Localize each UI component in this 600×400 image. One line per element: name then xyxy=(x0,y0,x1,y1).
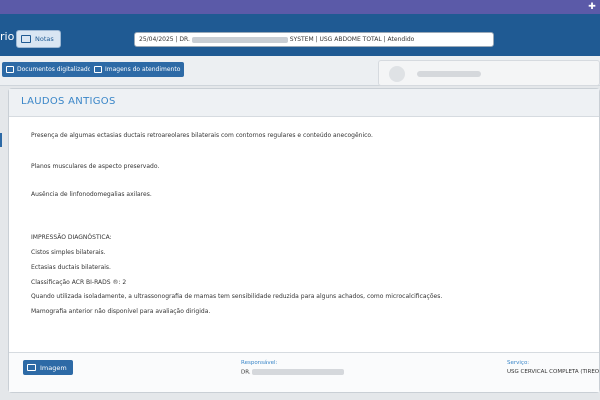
attendance-images-button[interactable]: Imagens do atendimento xyxy=(90,62,185,77)
report-line: Classificação ACR BI-RADS ®: 2 xyxy=(31,279,127,286)
service-value: USG CERVICAL COMPLETA (TIREO xyxy=(507,369,600,375)
toolbar: Documentos digitalizados Imagens do aten… xyxy=(0,56,600,86)
panel-title: LAUDOS ANTIGOS xyxy=(21,96,116,107)
header-left-text: rio xyxy=(0,30,15,43)
left-edge-marker xyxy=(0,133,2,147)
image-button[interactable]: Imagem xyxy=(23,360,73,375)
panel-footer: Imagem Responsável: DR. Serviço: USG CER… xyxy=(9,352,599,392)
puzzle-icon[interactable]: ✚ xyxy=(587,2,597,12)
panel-header: LAUDOS ANTIGOS xyxy=(9,89,599,117)
info-suffix: SYSTEM | USG ABDOME TOTAL | Atendido xyxy=(287,36,415,43)
redacted-patient-name xyxy=(417,71,481,77)
attendance-info-field[interactable]: 25/04/2025 | DR. SYSTEM | USG ABDOME TOT… xyxy=(134,32,494,47)
report-line: Presença de algumas ectasias ductais ret… xyxy=(31,132,373,139)
report-line: IMPRESSÃO DIAGNÓSTICA: xyxy=(31,234,112,241)
info-prefix: 25/04/2025 | DR. xyxy=(139,36,192,43)
report-line: Ectasias ductais bilaterais. xyxy=(31,264,111,271)
image-label: Imagem xyxy=(40,363,67,372)
responsible-value: DR. xyxy=(241,369,345,376)
attendance-label: Imagens do atendimento xyxy=(105,66,181,73)
chat-icon xyxy=(21,35,31,43)
notes-label: Notas xyxy=(35,35,54,43)
redacted-name xyxy=(191,36,288,43)
digitized-documents-button[interactable]: Documentos digitalizados xyxy=(2,62,99,77)
image-icon xyxy=(94,66,102,73)
report-line: Ausência de linfonodomegalias axilares. xyxy=(31,191,152,198)
report-line: Cistos simples bilaterais. xyxy=(31,249,106,256)
patient-card xyxy=(378,60,600,86)
report-line: Quando utilizada isoladamente, a ultrass… xyxy=(31,293,443,300)
report-line: Mamografia anterior não disponível para … xyxy=(31,308,211,315)
image-icon xyxy=(27,364,36,371)
notes-button[interactable]: Notas xyxy=(16,30,61,48)
report-line: Planos musculares de aspecto preservado. xyxy=(31,163,160,170)
responsible-label: Responsável: xyxy=(241,360,278,366)
document-icon xyxy=(6,66,14,73)
avatar xyxy=(389,66,405,82)
top-bar: ✚ xyxy=(0,0,600,14)
service-label: Serviço: xyxy=(507,360,530,366)
old-reports-panel: LAUDOS ANTIGOS Presença de algumas ectas… xyxy=(8,88,600,393)
docs-label: Documentos digitalizados xyxy=(17,66,95,73)
